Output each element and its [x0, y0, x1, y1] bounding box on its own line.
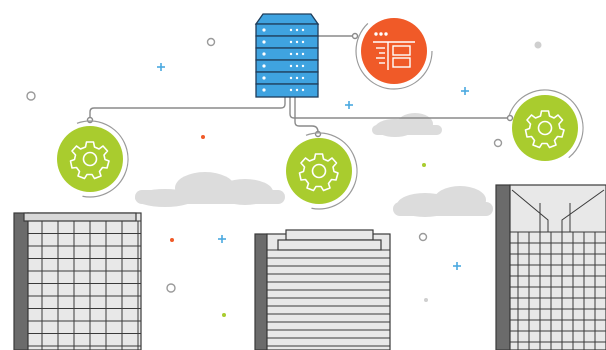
- cloud-right: [393, 186, 493, 217]
- network-illustration: [0, 0, 606, 350]
- connector-line: [289, 97, 510, 119]
- plus-icon: [345, 101, 353, 109]
- gear-node-left: [51, 120, 129, 198]
- connector-line: [294, 97, 319, 134]
- cloud-middle: [372, 113, 442, 137]
- plus-icon: [218, 235, 226, 243]
- illustration-canvas: [13, 12, 606, 350]
- dot: [534, 41, 542, 49]
- dashboard-badge: [355, 12, 433, 90]
- connector-node: [314, 130, 322, 138]
- ring-dot: [206, 37, 216, 47]
- connector-node: [506, 114, 514, 122]
- dot: [422, 163, 426, 167]
- plus-icon: [157, 63, 165, 71]
- cloud-left: [135, 172, 285, 207]
- dot: [222, 313, 226, 317]
- ring-dot: [493, 138, 503, 148]
- office-building-icon: [254, 229, 391, 350]
- dot: [170, 238, 174, 242]
- office-building-icon: [495, 184, 606, 350]
- ring-dot: [26, 91, 36, 101]
- plus-icon: [461, 87, 469, 95]
- dot: [201, 135, 205, 139]
- plus-icon: [453, 262, 461, 270]
- gear-node-right: [506, 89, 584, 167]
- dot: [424, 298, 428, 302]
- connector-line: [89, 97, 286, 120]
- server-rack-icon: [254, 13, 320, 98]
- connector-node: [86, 116, 94, 124]
- ring-dot: [418, 232, 428, 242]
- ring-dot: [166, 283, 176, 293]
- office-building-icon: [13, 212, 142, 350]
- connector-node: [351, 32, 359, 40]
